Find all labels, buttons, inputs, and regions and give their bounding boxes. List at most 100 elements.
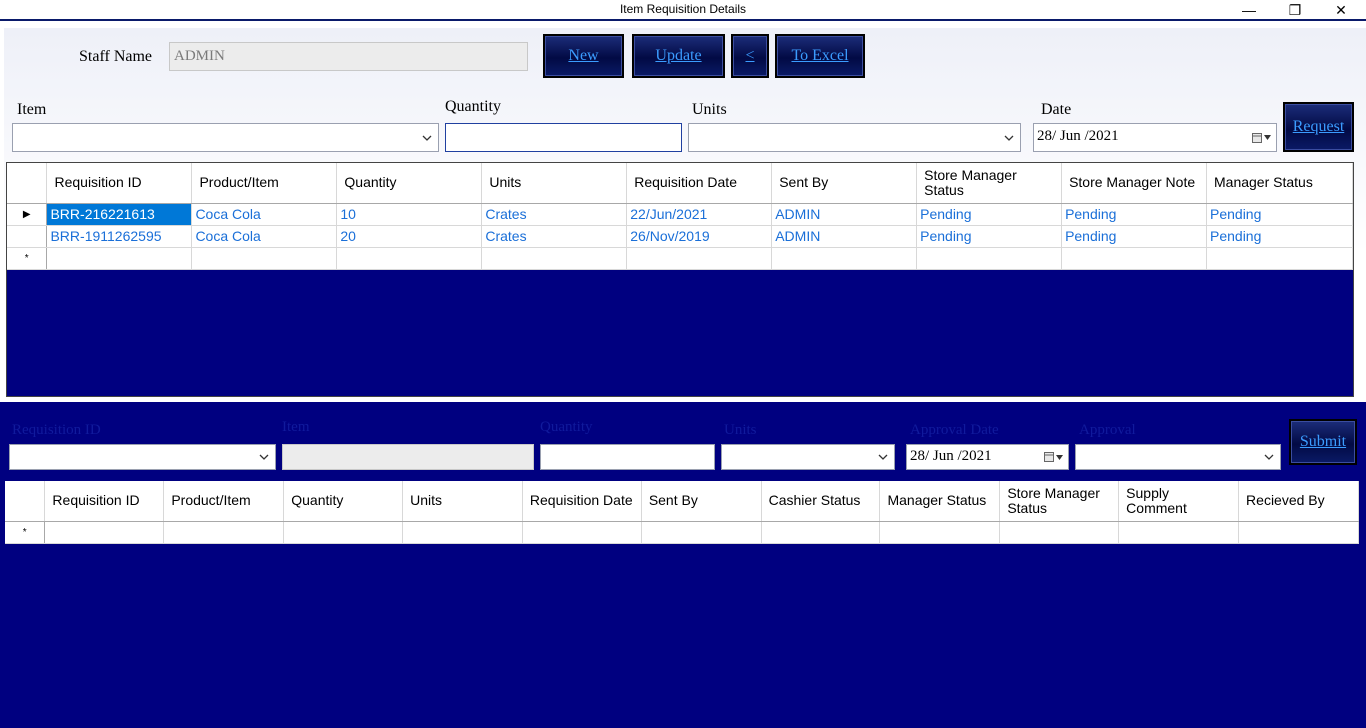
row-header[interactable] [7, 225, 48, 248]
column-header[interactable]: Units [481, 163, 628, 204]
table-cell[interactable]: Pending [1206, 203, 1353, 226]
table-cell[interactable] [191, 247, 338, 270]
table-cell[interactable] [163, 521, 285, 544]
table-cell[interactable] [1061, 247, 1207, 270]
current-row-marker[interactable]: ▶ [7, 203, 48, 226]
column-header[interactable]: Manager Status [879, 481, 1001, 522]
column-header[interactable]: Sent By [771, 163, 918, 204]
table-cell[interactable] [522, 521, 642, 544]
table-cell[interactable]: 26/Nov/2019 [626, 225, 773, 248]
calendar-icon[interactable] [1044, 451, 1064, 463]
table-cell[interactable] [999, 521, 1120, 544]
update-button[interactable]: Update [632, 34, 725, 78]
to-excel-button[interactable]: To Excel [775, 34, 865, 78]
requisitions-grid[interactable]: Requisition ID Product/Item Quantity Uni… [6, 162, 1354, 397]
quantity-label: Quantity [445, 98, 501, 115]
back-button[interactable]: < [731, 34, 769, 78]
date-picker[interactable]: 28/ Jun /2021 [1033, 123, 1277, 152]
column-header[interactable]: Cashier Status [761, 481, 881, 522]
column-header[interactable]: Requisition ID [46, 163, 193, 204]
table-row[interactable]: BRR-1911262595 Coca Cola 20 Crates 26/No… [7, 225, 1353, 248]
new-button[interactable]: New [543, 34, 624, 78]
new-row[interactable]: * [5, 521, 1359, 544]
calendar-icon[interactable] [1252, 132, 1272, 144]
table-cell[interactable]: Coca Cola [191, 203, 338, 226]
units-combobox[interactable] [688, 123, 1021, 152]
table-cell[interactable] [402, 521, 523, 544]
table-cell[interactable] [46, 247, 193, 270]
column-header[interactable]: Store Manager Status [916, 163, 1063, 204]
table-cell[interactable]: Pending [1061, 203, 1207, 226]
approval-item-field[interactable] [282, 444, 534, 470]
chevron-down-icon [422, 135, 432, 141]
item-combobox[interactable] [12, 123, 439, 152]
column-header[interactable]: Requisition Date [626, 163, 773, 204]
table-cell[interactable]: 10 [336, 203, 483, 226]
approvals-grid[interactable]: Requisition ID Product/Item Quantity Uni… [4, 480, 1360, 728]
approval-combobox[interactable] [1075, 444, 1281, 470]
column-header[interactable]: Product/Item [191, 163, 338, 204]
table-cell[interactable] [1206, 247, 1353, 270]
approval-item-label: Item [282, 419, 310, 435]
chevron-down-icon [878, 454, 888, 460]
table-cell[interactable] [44, 521, 165, 544]
table-cell[interactable] [283, 521, 404, 544]
table-cell[interactable] [771, 247, 918, 270]
table-cell[interactable]: ADMIN [771, 225, 918, 248]
column-header[interactable]: Requisition Date [522, 481, 642, 522]
table-cell[interactable]: ADMIN [771, 203, 918, 226]
table-cell[interactable]: BRR-1911262595 [46, 225, 193, 248]
column-header[interactable]: Manager Status [1206, 163, 1353, 204]
new-row-marker[interactable]: * [7, 247, 48, 270]
column-header[interactable]: Requisition ID [44, 481, 165, 522]
table-cell[interactable] [481, 247, 628, 270]
approval-quantity-label: Quantity [540, 419, 593, 435]
table-cell[interactable] [1238, 521, 1359, 544]
approval-quantity-field[interactable] [540, 444, 715, 470]
table-cell[interactable]: Coca Cola [191, 225, 338, 248]
new-row[interactable]: * [7, 247, 1353, 270]
table-cell[interactable]: BRR-216221613 [46, 203, 193, 226]
window-title: Item Requisition Details [619, 2, 747, 16]
column-header[interactable]: Sent By [641, 481, 762, 522]
table-cell[interactable] [641, 521, 762, 544]
table-cell[interactable] [336, 247, 483, 270]
column-header[interactable]: Quantity [336, 163, 483, 204]
table-cell[interactable]: Pending [1061, 225, 1207, 248]
requisition-id-combobox[interactable] [9, 444, 276, 470]
table-cell[interactable] [626, 247, 773, 270]
column-header[interactable]: Quantity [283, 481, 404, 522]
staff-name-field[interactable] [169, 42, 528, 71]
request-button[interactable]: Request [1283, 102, 1354, 152]
column-header[interactable]: Supply Comment [1118, 481, 1240, 522]
quantity-field[interactable] [445, 123, 682, 152]
table-cell[interactable]: Pending [916, 203, 1063, 226]
chevron-down-icon [1264, 454, 1274, 460]
approval-date-picker[interactable]: 28/ Jun /2021 [906, 444, 1069, 470]
table-cell[interactable]: Pending [1206, 225, 1353, 248]
table-cell[interactable]: 22/Jun/2021 [626, 203, 773, 226]
table-cell[interactable]: Crates [481, 203, 628, 226]
column-header[interactable]: Store Manager Status [999, 481, 1120, 522]
table-cell[interactable]: Pending [916, 225, 1063, 248]
grid-header-row: Requisition ID Product/Item Quantity Uni… [7, 163, 1353, 204]
minimize-icon[interactable]: — [1226, 0, 1272, 20]
item-label: Item [17, 101, 47, 118]
column-header[interactable]: Units [402, 481, 523, 522]
column-header[interactable]: Store Manager Note [1061, 163, 1207, 204]
table-row[interactable]: ▶ BRR-216221613 Coca Cola 10 Crates 22/J… [7, 203, 1353, 226]
approval-label: Approval [1079, 422, 1136, 438]
table-cell[interactable] [761, 521, 881, 544]
submit-button[interactable]: Submit [1289, 419, 1357, 465]
table-cell[interactable] [879, 521, 1001, 544]
table-cell[interactable]: 20 [336, 225, 483, 248]
column-header[interactable]: Product/Item [163, 481, 285, 522]
table-cell[interactable] [916, 247, 1063, 270]
close-icon[interactable]: ✕ [1318, 0, 1364, 20]
new-row-marker[interactable]: * [5, 521, 46, 544]
table-cell[interactable]: Crates [481, 225, 628, 248]
maximize-icon[interactable]: ❐ [1272, 0, 1318, 20]
approval-units-combobox[interactable] [721, 444, 895, 470]
table-cell[interactable] [1118, 521, 1240, 544]
column-header[interactable]: Recieved By [1238, 481, 1359, 522]
